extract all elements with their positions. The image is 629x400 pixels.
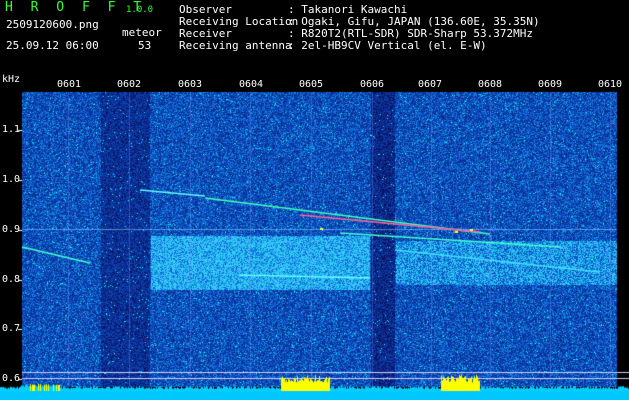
app-logo: H R O F F T — [5, 0, 147, 15]
x-tick-label: 0602 — [117, 79, 142, 90]
app-version: 1.0.0 — [126, 5, 154, 15]
y-tick-label: 1.0 — [2, 174, 21, 185]
datetime: 25.09.12 06:00 — [6, 39, 99, 52]
x-tick-label: 0608 — [478, 79, 503, 90]
x-tick-label: 0606 — [360, 79, 385, 90]
hrofft-window: H R O F F T 1.0.0 2509120600.png 25.09.1… — [0, 0, 629, 400]
x-tick-label: 0610 — [598, 79, 623, 90]
y-tick-label: 0.8 — [2, 274, 21, 285]
x-tick-label: 0604 — [239, 79, 264, 90]
y-tick-label: 0.7 — [2, 323, 21, 334]
x-tick-label: 0609 — [538, 79, 563, 90]
x-tick-label: 0605 — [299, 79, 324, 90]
spectrogram-canvas — [0, 0, 629, 400]
y-axis-unit: kHz — [2, 74, 21, 85]
y-tick-label: 0.6 — [2, 373, 21, 384]
info-label-antenna: Receiving antenna — [179, 39, 292, 52]
y-tick-label: 1.1 — [2, 124, 21, 135]
meteor-label: meteor — [122, 26, 162, 39]
x-tick-label: 0603 — [178, 79, 203, 90]
x-tick-label: 0607 — [418, 79, 443, 90]
file-name: 2509120600.png — [6, 18, 99, 31]
x-tick-label: 0601 — [57, 79, 82, 90]
y-tick-label: 0.9 — [2, 224, 21, 235]
meteor-count: 53 — [138, 39, 152, 52]
info-value-antenna: : 2el-HB9CV Vertical (el. E-W) — [288, 39, 487, 52]
